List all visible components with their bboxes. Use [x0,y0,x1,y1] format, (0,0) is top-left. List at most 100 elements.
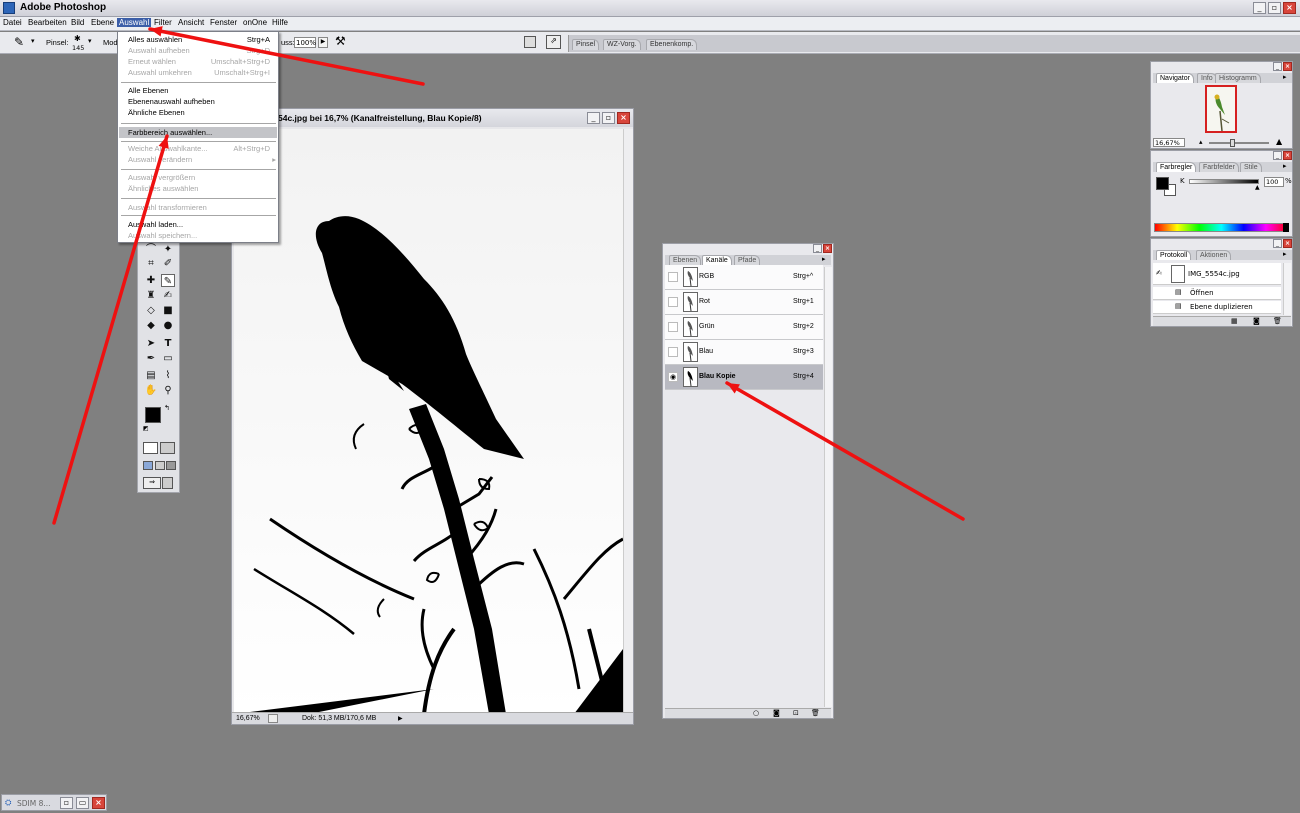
visibility-eye-icon[interactable]: ◉ [668,372,678,382]
brush-tool-icon[interactable]: ✎ [161,274,175,287]
nav-close-icon[interactable]: × [1283,62,1292,71]
visibility-eye-icon[interactable] [668,272,678,282]
zoom-in-icon[interactable]: ▲ [1276,137,1282,146]
menu-item[interactable]: Farbbereich auswählen... [128,128,278,138]
history-step[interactable]: ▤ Öffnen [1153,287,1281,300]
menu-bearbeiten[interactable]: Bearbeiten [26,18,69,27]
history-menu-icon[interactable]: ▸ [1283,250,1287,258]
delete-channel-icon[interactable]: 🗑 [811,709,820,717]
blur-tool-icon[interactable]: ◆ [144,319,158,332]
jump-to-imageready-icon[interactable]: ⇒ [143,477,161,489]
channels-scrollbar[interactable] [824,267,832,707]
panel-menu-icon[interactable]: ▸ [822,255,826,263]
history-snapshot-row[interactable]: ✍ IMG_5554c.jpg [1153,263,1281,285]
magic-wand-icon[interactable]: ✦ [161,243,175,256]
screen-mode-standard-icon[interactable] [143,461,153,470]
text-tool-icon[interactable]: T [161,337,175,350]
foreground-color-swatch[interactable] [145,407,161,423]
load-channel-selection-icon[interactable]: ○ [753,709,759,717]
visibility-eye-icon[interactable] [668,347,678,357]
panel-close-icon[interactable]: × [823,244,832,253]
maximize-icon[interactable]: ▫ [1268,2,1281,14]
history-step[interactable]: ▤ Ebene duplizieren [1153,301,1281,314]
k-slider[interactable] [1189,179,1259,184]
color-minimize-icon[interactable]: _ [1273,151,1282,160]
status-menu-arrow-icon[interactable]: ▶ [398,715,403,722]
new-channel-icon[interactable]: ⊡ [793,709,799,717]
k-value-input[interactable]: 100 [1264,177,1284,187]
menu-datei[interactable]: Datei [1,18,24,27]
tab-aktionen[interactable]: Aktionen [1196,250,1232,260]
tab-kanaele[interactable]: Kanäle [702,255,732,265]
menu-item[interactable]: Ähnliche Ebenen [128,108,278,118]
menu-filter[interactable]: Filter [152,18,174,27]
menu-ebene[interactable]: Ebene [89,18,116,27]
history-brush-source-icon[interactable]: ✍ [1156,269,1162,277]
navigator-zoom-input[interactable]: 16,67% [1153,138,1185,147]
history-brush-icon[interactable]: ✍ [161,289,175,302]
visibility-eye-icon[interactable] [668,297,678,307]
navigator-thumbnail[interactable] [1205,85,1237,133]
minimize-icon[interactable]: _ [1253,2,1266,14]
tab-pinsel[interactable]: Pinsel [572,39,600,50]
notes-tool-icon[interactable]: ▤ [144,369,158,382]
k-slider-thumb[interactable]: ▲ [1255,184,1260,191]
quickmask-mode-icon[interactable] [160,442,175,454]
tab-farbfelder[interactable]: Farbfelder [1199,162,1239,172]
zoom-slider[interactable] [1209,142,1269,144]
color-close-icon[interactable]: × [1283,151,1292,160]
channel-row[interactable]: RGB Strg+^ [665,265,823,290]
close-icon[interactable]: × [1283,2,1296,14]
menu-auswahl[interactable]: Auswahl [117,18,152,27]
tab-info[interactable]: Info [1197,73,1217,83]
history-close-icon[interactable]: × [1283,239,1292,248]
tab-histogramm[interactable]: Histogramm [1215,73,1261,83]
task-close-icon[interactable]: × [92,797,105,809]
menu-item[interactable]: Ebenenauswahl aufheben [128,97,278,107]
menu-ansicht[interactable]: Ansicht [176,18,206,27]
doc-maximize-icon[interactable]: ▫ [602,112,615,124]
chevron-down-icon[interactable]: ▾ [31,37,35,45]
swap-colors-icon[interactable]: ↰ [164,404,170,412]
dodge-tool-icon[interactable]: ● [161,319,175,332]
palette-well-icon[interactable]: ⇗ [546,35,561,49]
doc-close-icon[interactable]: × [617,112,630,124]
new-snapshot-icon[interactable]: ◙ [1253,317,1260,325]
tab-wz-vorg[interactable]: WZ-Vorg. [603,39,641,50]
vertical-scrollbar[interactable] [623,129,633,714]
menu-bild[interactable]: Bild [69,18,86,27]
panel-minimize-icon[interactable]: _ [813,244,822,253]
tab-protokoll[interactable]: Protokoll [1156,250,1192,260]
tab-navigator[interactable]: Navigator [1156,73,1194,83]
menu-item[interactable]: Auswahl laden... [128,220,278,230]
visibility-eye-icon[interactable] [668,322,678,332]
eyedropper-icon[interactable]: ⌇ [161,369,175,382]
nav-menu-icon[interactable]: ▸ [1283,73,1287,81]
lasso-tool-icon[interactable]: ⌒ [144,243,158,256]
color-ramp-black[interactable] [1283,223,1289,232]
channel-row[interactable]: Rot Strg+1 [665,290,823,315]
flow-arrow-icon[interactable]: ▶ [318,37,328,48]
gradient-icon[interactable]: ■ [161,304,175,317]
color-ramp[interactable] [1154,223,1289,232]
history-scrollbar[interactable] [1283,263,1291,315]
menu-item[interactable]: Alles auswählen Strg+A [128,35,278,45]
menu-item[interactable]: Alle Ebenen [128,86,278,96]
channel-row[interactable]: Blau Strg+3 [665,340,823,365]
hand-tool-icon[interactable]: ✋ [144,384,158,397]
standard-mode-icon[interactable] [143,442,158,454]
task-maximize-icon[interactable]: ▭ [76,797,89,809]
imageready-icon[interactable] [162,477,173,489]
brush-tool-icon[interactable]: ✎ [14,35,24,49]
screen-mode-full-icon[interactable] [166,461,176,470]
crop-tool-icon[interactable]: ⌗ [144,257,158,270]
tab-ebenen[interactable]: Ebenen [669,255,702,265]
channel-row[interactable]: ◉ Blau Kopie Strg+4 [665,365,823,390]
brush-preview-icon[interactable]: ✱ [74,34,81,43]
default-colors-icon[interactable]: ◩ [143,425,149,432]
image-canvas[interactable] [234,129,623,714]
doc-minimize-icon[interactable]: _ [587,112,600,124]
delete-state-icon[interactable]: 🗑 [1273,317,1282,325]
brush-dropdown-icon[interactable]: ▾ [88,37,92,45]
save-selection-channel-icon[interactable]: ◙ [773,709,780,717]
